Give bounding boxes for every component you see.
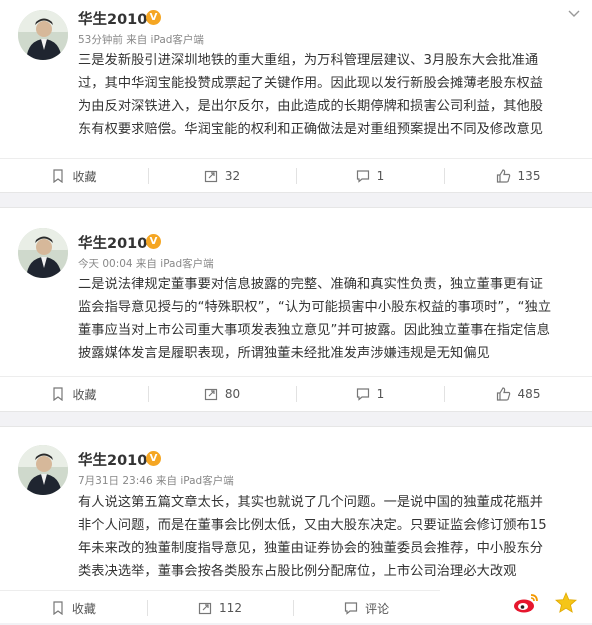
bookmark-icon xyxy=(53,387,64,401)
post-text-line: 非个人问题，而是在董事会比例太低，又由大股东决定。只要证监会修订颁布15 xyxy=(78,518,547,533)
weibo-logo-icon xyxy=(514,594,538,613)
verified-badge-icon: V xyxy=(146,451,161,466)
author-name[interactable]: 华生2010 xyxy=(78,8,147,29)
repost-icon xyxy=(198,602,212,615)
comment-label: 评论 xyxy=(365,601,390,616)
save-label: 收藏 xyxy=(72,169,97,184)
comment-count: 1 xyxy=(376,169,385,183)
repost-icon xyxy=(204,170,217,183)
comment-icon xyxy=(356,388,369,401)
post-text: 有人说这第五篇文章太长，其实也就说了几个问题。一是说中国的独董成花瓶并 非个人问… xyxy=(78,491,576,583)
post-meta: 7月31日 23:46 来自 iPad客户端 xyxy=(78,475,234,487)
chevron-down-icon[interactable] xyxy=(568,10,580,18)
save-label: 收藏 xyxy=(72,387,97,402)
comment-icon xyxy=(345,602,358,615)
verified-badge-icon: V xyxy=(146,10,161,25)
like-count: 485 xyxy=(517,387,541,401)
post-separator xyxy=(0,193,592,207)
avatar[interactable] xyxy=(18,10,68,60)
repost-count: 112 xyxy=(219,601,242,615)
post-text-line: 董事应当对上市公司重大事项发表独立意见”并可披露。因此独立董事在指定信息 xyxy=(78,323,550,338)
action-bar: 收藏 32 1 135 xyxy=(0,158,592,193)
post-meta: 今天 00:04 来自 iPad客户端 xyxy=(78,258,214,270)
post-text-line: 为由反对深铁进入，是出尔反尔，由此造成的长期停牌和损害公司利益，其他股 xyxy=(78,99,544,114)
repost-icon xyxy=(204,388,217,401)
post-text-line: 年未来改的独董制度指导意见，独董由证券协会的独董委员会推荐，中小股东分 xyxy=(78,541,544,556)
comment-count: 1 xyxy=(376,387,385,401)
weibo-post: 华生2010 V 今天 00:04 来自 iPad客户端 二是说法律规定董事要对… xyxy=(0,207,592,412)
comment-button[interactable]: 评论 xyxy=(293,591,440,625)
post-text-line: 过，其中华润宝能投赞成票起了关键作用。因此现以发行新股会摊薄老股东权益 xyxy=(78,76,544,91)
post-text: 二是说法律规定董事要对信息披露的完整、准确和真实性负责，独立董事更有证 监会指导… xyxy=(78,273,576,365)
bookmark-icon xyxy=(53,601,63,615)
post-separator xyxy=(0,412,592,426)
save-button[interactable]: 收藏 xyxy=(0,591,147,625)
repost-count: 80 xyxy=(224,387,241,401)
bookmark-icon xyxy=(53,169,64,183)
post-text-line: 类表决选举，董事会按各类股东占股比例分配席位，上市公司治理必大改观 xyxy=(78,564,517,579)
repost-button[interactable]: 32 xyxy=(148,159,296,193)
comment-button[interactable]: 1 xyxy=(296,377,444,411)
post-meta: 53分钟前 来自 iPad客户端 xyxy=(78,34,204,46)
post-text-line: 监会指导意见授与的“特殊职权”，“认为可能损害中小股东权益的事项时”，“独立 xyxy=(78,300,552,315)
comment-button[interactable]: 1 xyxy=(296,159,444,193)
avatar[interactable] xyxy=(18,228,68,278)
post-text-line: 有人说这第五篇文章太长，其实也就说了几个问题。一是说中国的独董成花瓶并 xyxy=(78,495,544,510)
thumbs-up-icon xyxy=(496,169,510,183)
post-text-line: 披露媒体发言是履职表现，所谓独董未经批准发声涉嫌违规是无知偏见 xyxy=(78,346,490,361)
repost-count: 32 xyxy=(224,169,241,183)
action-bar: 收藏 112 评论 xyxy=(0,590,440,625)
post-text-line: 三是发新股引进深圳地铁的重大重组，为万科管理层建议、3月股东大会批准通 xyxy=(78,53,539,68)
star-favorite-icon[interactable] xyxy=(554,591,578,615)
like-button[interactable]: 485 xyxy=(444,377,592,411)
action-bar: 收藏 80 1 485 xyxy=(0,376,592,411)
like-count: 135 xyxy=(517,169,541,183)
post-text: 三是发新股引进深圳地铁的重大重组，为万科管理层建议、3月股东大会批准通 过，其中… xyxy=(78,49,576,141)
author-name[interactable]: 华生2010 xyxy=(78,449,147,470)
save-button[interactable]: 收藏 xyxy=(0,377,148,411)
weibo-post: 华生2010 V 7月31日 23:46 来自 iPad客户端 有人说这第五篇文… xyxy=(0,426,592,623)
comment-icon xyxy=(356,170,369,183)
weibo-post: 华生2010 V 53分钟前 来自 iPad客户端 三是发新股引进深圳地铁的重大… xyxy=(0,0,592,193)
repost-button[interactable]: 80 xyxy=(148,377,296,411)
post-text-line: 二是说法律规定董事要对信息披露的完整、准确和真实性负责，独立董事更有证 xyxy=(78,277,544,292)
repost-button[interactable]: 112 xyxy=(146,591,294,625)
like-button[interactable]: 135 xyxy=(444,159,592,193)
post-text-line: 东有权要求赔偿。华润宝能的权利和正确做法是对重组预案提出不同及修改意见 xyxy=(78,122,544,137)
author-name[interactable]: 华生2010 xyxy=(78,232,147,253)
weibo-watermark xyxy=(512,591,578,615)
thumbs-up-icon xyxy=(496,387,510,401)
save-button[interactable]: 收藏 xyxy=(0,159,148,193)
save-label: 收藏 xyxy=(71,601,96,616)
avatar[interactable] xyxy=(18,445,68,495)
verified-badge-icon: V xyxy=(146,234,161,249)
